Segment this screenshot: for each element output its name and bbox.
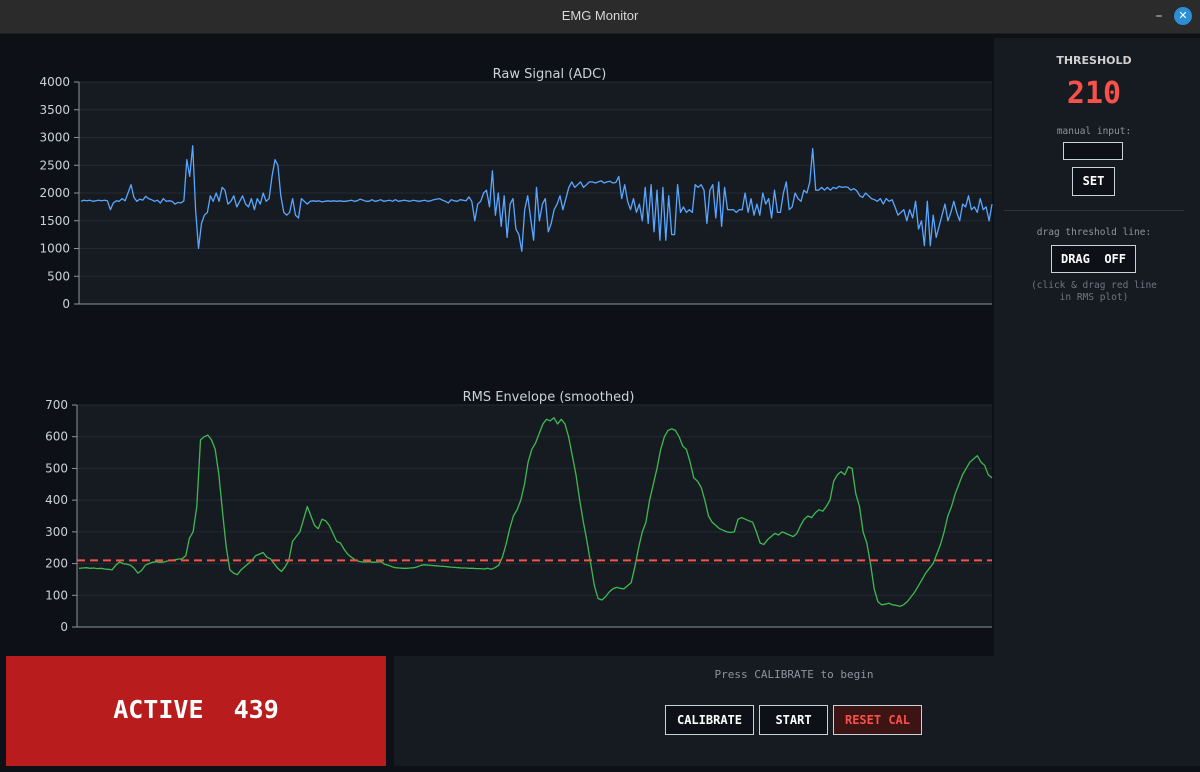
status-message: Press CALIBRATE to begin: [714, 668, 874, 681]
activation-state-indicator: ACTIVE 439: [6, 656, 386, 766]
y-tick-label: 3500: [39, 103, 70, 117]
y-tick-label: 1000: [39, 242, 70, 256]
y-tick-label: 400: [45, 493, 68, 507]
rms-envelope-plot[interactable]: 0 100 200 300 400 500 600 700 RMS Envelope (smoo…: [45, 390, 993, 634]
minimize-button[interactable]: –: [1150, 6, 1168, 26]
y-tick-label: 600: [45, 430, 68, 444]
y-tick-label: 500: [47, 269, 70, 283]
close-button[interactable]: ✕: [1174, 7, 1192, 25]
threshold-title: THRESHOLD: [1056, 54, 1132, 67]
y-tick-label: 100: [45, 588, 68, 602]
y-tick-label: 500: [45, 461, 68, 475]
raw-signal-plot: 0 500 1000 1500 2000 2500 3000 3500 4000 Raw Sign…: [39, 67, 993, 311]
plot-background: [77, 405, 992, 627]
y-tick-label: 2000: [39, 186, 70, 200]
y-tick-label: 700: [45, 398, 68, 412]
sidebar-divider: [1004, 210, 1184, 211]
chart-title: RMS Envelope (smoothed): [463, 390, 635, 405]
drag-hint-line1: (click & drag red line: [1031, 280, 1157, 291]
drag-hint-line2: in RMS plot): [1059, 292, 1129, 303]
reset-calibration-button[interactable]: RESET CAL: [833, 705, 922, 735]
activation-state-text: ACTIVE 439: [113, 695, 279, 724]
start-button[interactable]: START: [759, 705, 828, 735]
y-tick-label: 0: [62, 297, 70, 311]
y-tick-label: 300: [45, 525, 68, 539]
control-panel: Press CALIBRATE to begin CALIBRATE START…: [394, 656, 1200, 766]
plot-area: 0 500 1000 1500 2000 2500 3000 3500 4000 Raw Sign…: [0, 34, 994, 655]
threshold-sidebar: THRESHOLD 210 manual input: SET drag thr…: [994, 38, 1200, 656]
set-button[interactable]: SET: [1072, 167, 1115, 196]
y-tick-label: 200: [45, 557, 68, 571]
y-tick-label: 0: [60, 620, 68, 634]
plots-svg: 05001000150020002500300035004000 Raw Sign…: [39, 67, 993, 634]
y-tick-label: 3000: [39, 131, 70, 145]
chart-title: Raw Signal (ADC): [493, 67, 607, 82]
y-tick-label: 4000: [39, 75, 70, 89]
manual-input-label: manual input:: [1056, 126, 1132, 137]
y-tick-label: 1500: [39, 214, 70, 228]
threshold-value: 210: [1066, 76, 1122, 111]
drag-toggle-button[interactable]: DRAG OFF: [1051, 245, 1136, 273]
y-tick-label: 2500: [39, 158, 70, 172]
window-title: EMG Monitor: [561, 8, 639, 23]
drag-threshold-label: drag threshold line:: [1036, 227, 1152, 238]
manual-threshold-input[interactable]: [1063, 142, 1123, 160]
calibrate-button[interactable]: CALIBRATE: [665, 705, 754, 735]
title-bar: EMG Monitor – ✕: [0, 0, 1200, 34]
